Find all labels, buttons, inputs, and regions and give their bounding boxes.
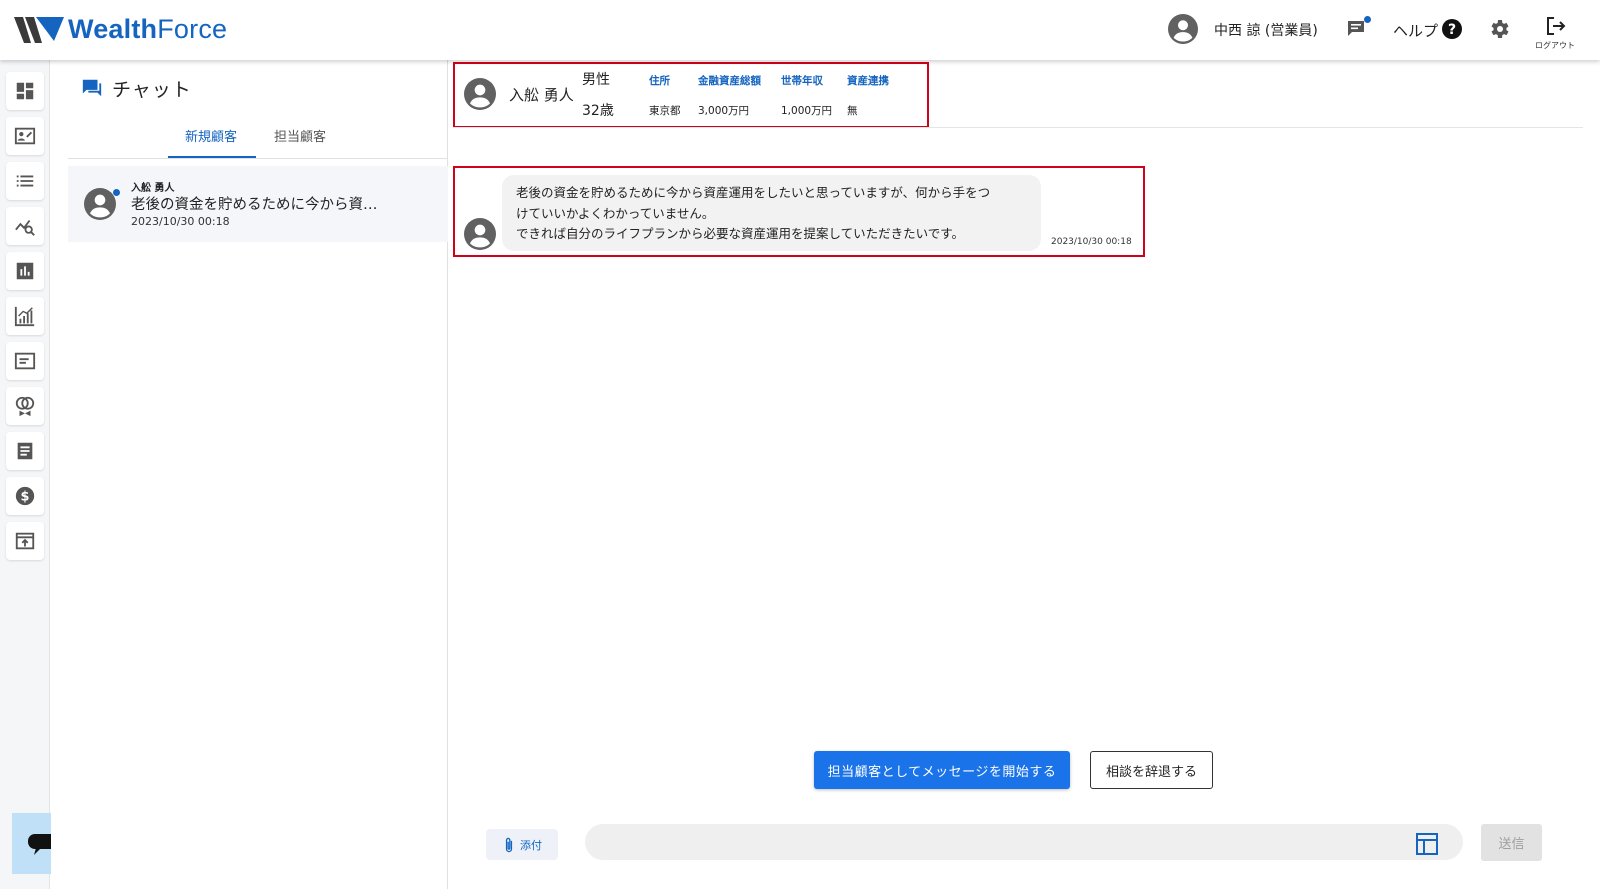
logout-label[interactable]: ログアウト xyxy=(1535,40,1575,51)
analytics-search-icon xyxy=(15,219,35,236)
logo-text: WealthForce xyxy=(68,14,228,44)
total-assets-header: 金融資産総額 xyxy=(698,75,761,87)
sidebar-item-performance[interactable] xyxy=(6,297,44,335)
logout-icon[interactable] xyxy=(1544,14,1568,38)
sidebar-item-documents[interactable] xyxy=(6,432,44,470)
sidebar-item-list[interactable] xyxy=(6,162,44,200)
customer-age: 32歳 xyxy=(582,103,614,119)
conversation-preview: 老後の資金を貯めるために今から資… xyxy=(131,197,378,213)
gear-icon[interactable] xyxy=(1487,17,1511,41)
tab-assigned-customers[interactable]: 担当顧客 xyxy=(274,126,326,145)
customer-name: 入舩 勇人 xyxy=(509,86,574,104)
profile-divider xyxy=(453,127,1583,128)
unread-dot xyxy=(113,189,120,196)
message-timestamp: 2023/10/30 00:18 xyxy=(1051,237,1132,247)
conversation-timestamp: 2023/10/30 00:18 xyxy=(131,215,230,228)
conversation-list-item[interactable]: 入舩 勇人 老後の資金を貯めるために今から資… 2023/10/30 00:18 xyxy=(68,166,448,242)
sidebar-item-dashboard[interactable] xyxy=(6,72,44,110)
household-income-header: 世帯年収 xyxy=(781,75,823,87)
dashboard-icon xyxy=(16,82,34,100)
customer-avatar-icon xyxy=(84,188,116,220)
paperclip-icon xyxy=(505,837,513,852)
household-income-value: 1,000万円 xyxy=(781,105,833,117)
conversation-customer-name: 入舩 勇人 xyxy=(131,183,175,194)
chat-main-area: 入舩 勇人 男性 32歳 住所 東京都 金融資産総額 3,000万円 世帯年収 … xyxy=(448,60,1600,889)
template-layout-icon[interactable] xyxy=(1415,832,1439,856)
user-name[interactable]: 中西 諒 (営業員) xyxy=(1214,20,1318,40)
sidebar-nav: $ xyxy=(0,60,50,889)
chat-icon xyxy=(82,79,102,97)
customer-avatar-icon xyxy=(464,78,496,110)
message-line: できれば自分のライフプランから必要な資産運用を提案していただきたいです。 xyxy=(516,226,965,241)
logo-mark-icon xyxy=(14,16,64,43)
svg-text:?: ? xyxy=(1448,22,1456,38)
message-bubble: 老後の資金を貯めるために今から資産運用をしたいと思っていますが、何から手をつ け… xyxy=(502,175,1041,251)
attach-button[interactable]: 添付 xyxy=(486,829,558,860)
start-message-button[interactable]: 担当顧客としてメッセージを開始する xyxy=(814,751,1070,789)
customer-avatar-icon xyxy=(464,218,496,250)
asset-link-value: 無 xyxy=(847,105,858,117)
notification-dot xyxy=(1364,16,1371,23)
account-circle-icon[interactable] xyxy=(1168,14,1198,44)
message-line: 老後の資金を貯めるために今から資産運用をしたいと思っていますが、何から手をつ xyxy=(516,185,991,200)
sidebar-item-billing[interactable]: $ xyxy=(6,477,44,515)
chat-panel-title: チャット xyxy=(112,79,192,101)
customer-profile-summary: 入舩 勇人 男性 32歳 住所 東京都 金融資産総額 3,000万円 世帯年収 … xyxy=(453,62,929,128)
consultation-icon xyxy=(15,396,35,417)
sidebar-item-contacts[interactable] xyxy=(6,117,44,155)
message-line: けていいかよくわかっていません。 xyxy=(516,205,715,221)
message-input[interactable] xyxy=(585,824,1463,860)
tab-new-customers[interactable]: 新規顧客 xyxy=(185,126,237,145)
sidebar-item-reports[interactable] xyxy=(6,252,44,290)
sidebar-item-messages[interactable] xyxy=(6,342,44,380)
upload-window-icon xyxy=(15,532,35,550)
total-assets-value: 3,000万円 xyxy=(698,105,750,117)
customer-gender: 男性 xyxy=(582,72,610,88)
document-icon xyxy=(17,442,33,460)
sidebar-item-analytics[interactable] xyxy=(6,207,44,245)
message-box-icon xyxy=(14,352,36,370)
chat-list-panel: チャット 新規顧客 担当顧客 入舩 勇人 老後の資金を貯めるために今から資… 2… xyxy=(51,60,448,889)
address-header: 住所 xyxy=(649,75,670,87)
sidebar-item-consultation[interactable] xyxy=(6,387,44,425)
attach-label: 添付 xyxy=(520,838,542,852)
address-value: 東京都 xyxy=(649,105,681,117)
help-icon[interactable]: ? xyxy=(1442,19,1462,39)
growth-chart-icon xyxy=(14,306,35,327)
app-logo[interactable]: WealthForce xyxy=(14,14,227,45)
help-link[interactable]: ヘルプ xyxy=(1393,20,1438,41)
active-tab-indicator xyxy=(168,156,256,158)
list-icon xyxy=(16,175,34,187)
asset-link-header: 資産連携 xyxy=(847,75,889,87)
dollar-icon: $ xyxy=(15,486,35,506)
app-header: WealthForce 中西 諒 (営業員) ヘルプ ? ログアウト xyxy=(0,0,1600,60)
send-button[interactable]: 送信 xyxy=(1481,824,1542,861)
chat-tabs: 新規顧客 担当顧客 xyxy=(68,116,448,159)
customer-message: 老後の資金を貯めるために今から資産運用をしたいと思っていますが、何から手をつ け… xyxy=(453,166,1145,257)
decline-consultation-button[interactable]: 相談を辞退する xyxy=(1090,751,1213,789)
svg-text:$: $ xyxy=(21,490,30,505)
bar-chart-icon xyxy=(16,262,34,280)
contact-card-icon xyxy=(14,127,36,145)
sidebar-item-upload[interactable] xyxy=(6,522,44,560)
